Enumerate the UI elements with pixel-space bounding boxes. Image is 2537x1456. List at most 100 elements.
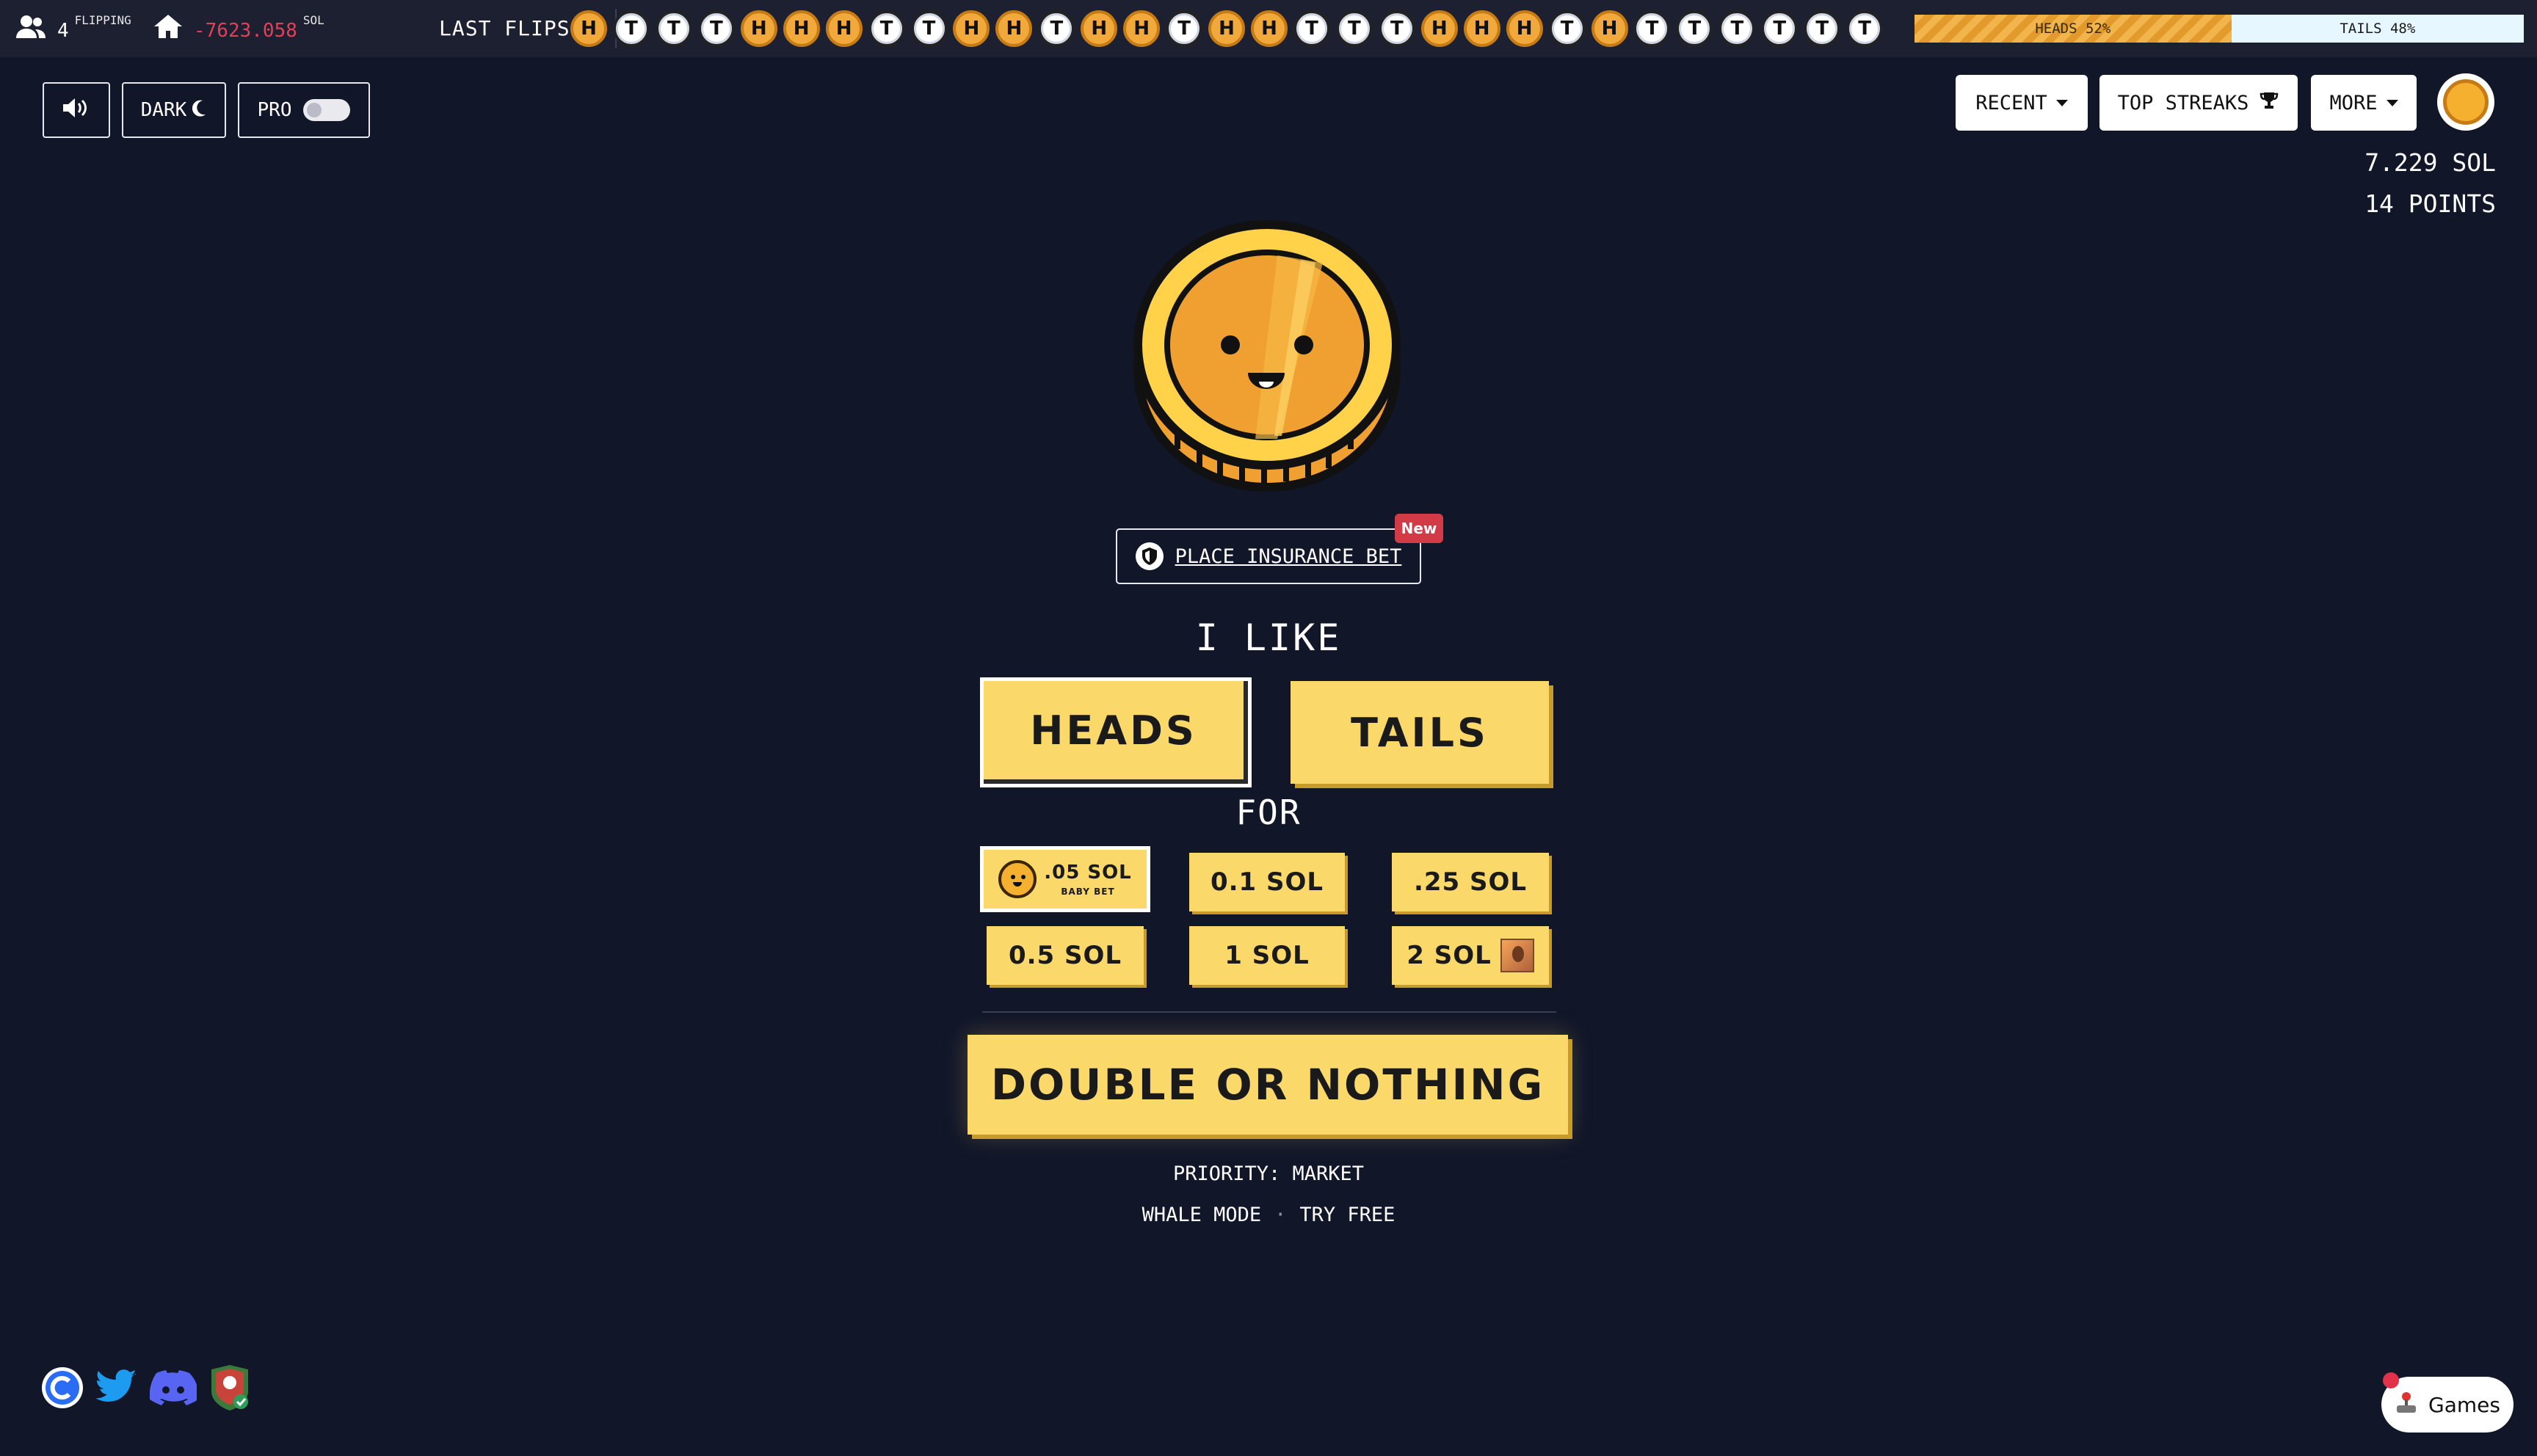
twitter-icon[interactable] <box>95 1369 138 1409</box>
house-balance: -7623.058 SOL <box>153 13 324 43</box>
i-like-heading: I LIKE <box>1195 616 1342 659</box>
pro-label: PRO <box>257 99 292 121</box>
points-balance: 14 POINTS <box>2364 189 2496 218</box>
last-flip-tails-coin: T <box>1293 10 1330 47</box>
flipping-label: FLIPPING <box>74 12 131 27</box>
whale-avatar-icon <box>1500 939 1534 972</box>
place-insurance-bet-button[interactable]: PLACE INSURANCE BET <box>1116 528 1421 584</box>
last-flip-heads-coin: H <box>995 10 1033 47</box>
last-flip-tails-coin: T <box>1335 10 1373 47</box>
last-flip-tails-coin: T <box>697 10 735 47</box>
pro-switch[interactable] <box>303 99 351 121</box>
last-flip-heads-coin: H <box>1081 10 1118 47</box>
last-flips-list: HTTTHHHTTHHTHHTHHTTTHHHTHTTTTTT <box>570 10 1889 47</box>
last-flip-tails-coin: T <box>1804 10 1841 47</box>
moon-icon <box>192 99 207 122</box>
new-badge: New <box>1395 514 1443 543</box>
cronos-icon[interactable] <box>41 1366 84 1412</box>
more-label: MORE <box>2329 91 2378 114</box>
coin-mascot <box>1130 219 1404 495</box>
insurance-label: PLACE INSURANCE BET <box>1175 545 1402 568</box>
last-flips-label: LAST FLIPS <box>439 16 570 40</box>
priority-setting[interactable]: PRIORITY: MARKET <box>0 1162 2537 1185</box>
recent-label: RECENT <box>1975 91 2047 114</box>
games-label: Games <box>2428 1392 2500 1417</box>
amount-2-button[interactable]: 2 SOL <box>1392 926 1549 985</box>
last-flip-heads-coin: H <box>1506 10 1543 47</box>
home-icon <box>153 13 184 43</box>
double-or-nothing-button[interactable]: DOUBLE OR NOTHING <box>968 1035 1568 1135</box>
wallet-avatar[interactable] <box>2437 73 2494 131</box>
last-flip-tails-coin: T <box>1378 10 1415 47</box>
flipping-count: 4 <box>57 20 69 42</box>
last-flip-tails-coin: T <box>1676 10 1713 47</box>
top-bar: 4 FLIPPING -7623.058 SOL LAST FLIPS HTTT… <box>0 0 2537 57</box>
dark-mode-button[interactable]: DARK <box>122 82 226 138</box>
last-flip-heads-coin: H <box>783 10 820 47</box>
coin-icon <box>998 860 1037 898</box>
sound-button[interactable] <box>43 82 110 138</box>
heads-button[interactable]: HEADS <box>980 677 1252 787</box>
coin-icon <box>2443 79 2489 125</box>
last-flip-heads-coin: H <box>953 10 990 47</box>
joystick-icon <box>2395 1391 2418 1419</box>
amount-label: .05 SOL <box>1044 862 1132 884</box>
last-flip-tails-coin: T <box>1718 10 1756 47</box>
social-links <box>41 1365 263 1413</box>
for-heading: FOR <box>1235 793 1302 832</box>
badge-icon[interactable] <box>208 1365 251 1413</box>
last-flip-tails-coin: T <box>1166 10 1203 47</box>
last-flip-tails-coin: T <box>612 10 650 47</box>
speaker-icon <box>62 96 91 125</box>
baby-bet-label: BABY BET <box>1061 887 1115 897</box>
last-flip-tails-coin: T <box>910 10 948 47</box>
last-flip-heads-coin: H <box>825 10 863 47</box>
last-flip-tails-coin: T <box>1633 10 1671 47</box>
tails-button[interactable]: TAILS <box>1291 681 1549 784</box>
last-flip-tails-coin: T <box>1761 10 1799 47</box>
wallet-balance: 7.229 SOL <box>2364 148 2496 177</box>
pro-toggle[interactable]: PRO <box>238 82 370 138</box>
chevron-down-icon <box>2386 99 2398 106</box>
last-flip-heads-coin: H <box>1591 10 1628 47</box>
last-flip-heads-coin: H <box>1463 10 1500 47</box>
discord-icon[interactable] <box>149 1370 199 1408</box>
last-flip-tails-coin: T <box>1548 10 1586 47</box>
amount-1-button[interactable]: 1 SOL <box>1189 926 1345 985</box>
last-flip-heads-coin: H <box>1208 10 1246 47</box>
amount-0-1-button[interactable]: 0.1 SOL <box>1189 853 1345 911</box>
notification-dot <box>2383 1372 2399 1388</box>
users-icon <box>15 13 47 43</box>
amount-0-5-button[interactable]: 0.5 SOL <box>987 926 1144 985</box>
last-flip-heads-coin: H <box>1123 10 1161 47</box>
last-flip-heads-coin: H <box>1251 10 1288 47</box>
last-flip-tails-coin: T <box>868 10 905 47</box>
shield-icon <box>1135 542 1164 570</box>
last-flip-tails-coin: T <box>1038 10 1075 47</box>
top-streaks-button[interactable]: TOP STREAKS <box>2099 75 2298 131</box>
top-streaks-label: TOP STREAKS <box>2117 91 2249 114</box>
flipping-users: 4 FLIPPING <box>15 13 131 43</box>
amount-0-25-button[interactable]: .25 SOL <box>1392 853 1549 911</box>
recent-dropdown[interactable]: RECENT <box>1956 75 2088 131</box>
last-flip-heads-coin: H <box>1420 10 1458 47</box>
chevron-down-icon <box>2055 99 2068 106</box>
games-button[interactable]: Games <box>2381 1377 2514 1433</box>
more-dropdown[interactable]: MORE <box>2311 75 2417 131</box>
whale-mode-link[interactable]: WHALE MODE <box>1142 1204 1262 1226</box>
last-flip-heads-coin: H <box>740 10 777 47</box>
last-flip-heads-coin: H <box>570 10 607 47</box>
last-flip-tails-coin: T <box>1846 10 1884 47</box>
house-pnl: -7623.058 <box>194 20 297 42</box>
trophy-icon <box>2259 90 2279 116</box>
divider <box>982 1011 1556 1013</box>
whale-mode-row: WHALE MODE · TRY FREE <box>0 1204 2537 1226</box>
dark-mode-label: DARK <box>140 99 187 121</box>
tails-ratio: TAILS 48% <box>2231 15 2524 43</box>
try-free-link[interactable]: TRY FREE <box>1299 1204 1395 1226</box>
last-flip-tails-coin: T <box>655 10 692 47</box>
separator-dot: · <box>1274 1204 1287 1226</box>
house-pnl-unit: SOL <box>302 12 324 27</box>
amount-0-05-button[interactable]: .05 SOL BABY BET <box>980 846 1150 912</box>
amount-label: 2 SOL <box>1407 941 1492 970</box>
